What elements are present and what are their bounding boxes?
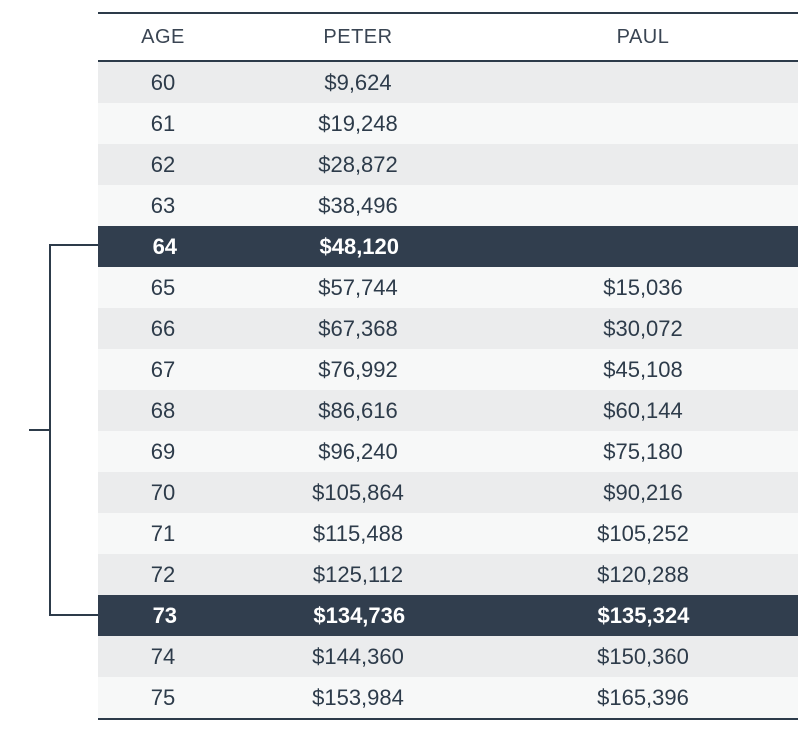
table-row: 60$9,624 — [98, 62, 798, 103]
cell-age: 75 — [98, 685, 228, 711]
cell-paul: $30,072 — [488, 316, 798, 342]
cell-paul: $105,252 — [488, 521, 798, 547]
table-row: 73$134,736$135,324 — [98, 595, 798, 636]
table-row: 67$76,992$45,108 — [98, 349, 798, 390]
cell-age: 61 — [98, 111, 228, 137]
table-header-row: AGE PETER PAUL — [98, 14, 798, 62]
cell-peter: $153,984 — [228, 685, 488, 711]
cell-age: 62 — [98, 152, 228, 178]
table-row: 69$96,240$75,180 — [98, 431, 798, 472]
table-row: 72$125,112$120,288 — [98, 554, 798, 595]
cell-paul: $150,360 — [488, 644, 798, 670]
cell-peter: $28,872 — [228, 152, 488, 178]
cell-age: 71 — [98, 521, 228, 547]
table-row: 61$19,248 — [98, 103, 798, 144]
table-row: 71$115,488$105,252 — [98, 513, 798, 554]
cell-paul: $165,396 — [488, 685, 798, 711]
cell-age: 63 — [98, 193, 228, 219]
cell-peter: $115,488 — [228, 521, 488, 547]
cell-age: 74 — [98, 644, 228, 670]
cell-age: 67 — [98, 357, 228, 383]
cell-paul: $75,180 — [488, 439, 798, 465]
header-age: AGE — [98, 26, 228, 49]
header-paul: PAUL — [488, 26, 798, 49]
cell-peter: $105,864 — [228, 480, 488, 506]
table-row: 74$144,360$150,360 — [98, 636, 798, 677]
cell-peter: $144,360 — [228, 644, 488, 670]
cell-peter: $48,120 — [230, 234, 489, 260]
cell-peter: $134,736 — [230, 603, 489, 629]
cell-peter: $9,624 — [228, 70, 488, 96]
cell-peter: $19,248 — [228, 111, 488, 137]
cell-paul: $60,144 — [488, 398, 798, 424]
cell-age: 64 — [98, 234, 230, 260]
table-row: 65$57,744$15,036 — [98, 267, 798, 308]
table-row: 66$67,368$30,072 — [98, 308, 798, 349]
table-row: 75$153,984$165,396 — [98, 677, 798, 718]
cell-paul: $90,216 — [488, 480, 798, 506]
table-row: 68$86,616$60,144 — [98, 390, 798, 431]
header-peter: PETER — [228, 26, 488, 49]
cell-peter: $76,992 — [228, 357, 488, 383]
cell-peter: $67,368 — [228, 316, 488, 342]
cell-age: 65 — [98, 275, 228, 301]
table-row: 70$105,864$90,216 — [98, 472, 798, 513]
cell-paul: $120,288 — [488, 562, 798, 588]
cell-age: 72 — [98, 562, 228, 588]
cell-peter: $86,616 — [228, 398, 488, 424]
cell-peter: $96,240 — [228, 439, 488, 465]
table-row: 63$38,496 — [98, 185, 798, 226]
cell-paul: $135,324 — [489, 603, 798, 629]
cell-paul: $15,036 — [488, 275, 798, 301]
cell-paul: $45,108 — [488, 357, 798, 383]
cell-age: 69 — [98, 439, 228, 465]
table-row: 62$28,872 — [98, 144, 798, 185]
cell-peter: $125,112 — [228, 562, 488, 588]
cell-peter: $57,744 — [228, 275, 488, 301]
cell-age: 70 — [98, 480, 228, 506]
table-row: 64$48,120 — [98, 226, 798, 267]
cell-age: 73 — [98, 603, 230, 629]
cell-age: 60 — [98, 70, 228, 96]
comparison-table: AGE PETER PAUL 60$9,62461$19,24862$28,87… — [98, 12, 798, 720]
cell-peter: $38,496 — [228, 193, 488, 219]
cell-age: 66 — [98, 316, 228, 342]
cell-age: 68 — [98, 398, 228, 424]
